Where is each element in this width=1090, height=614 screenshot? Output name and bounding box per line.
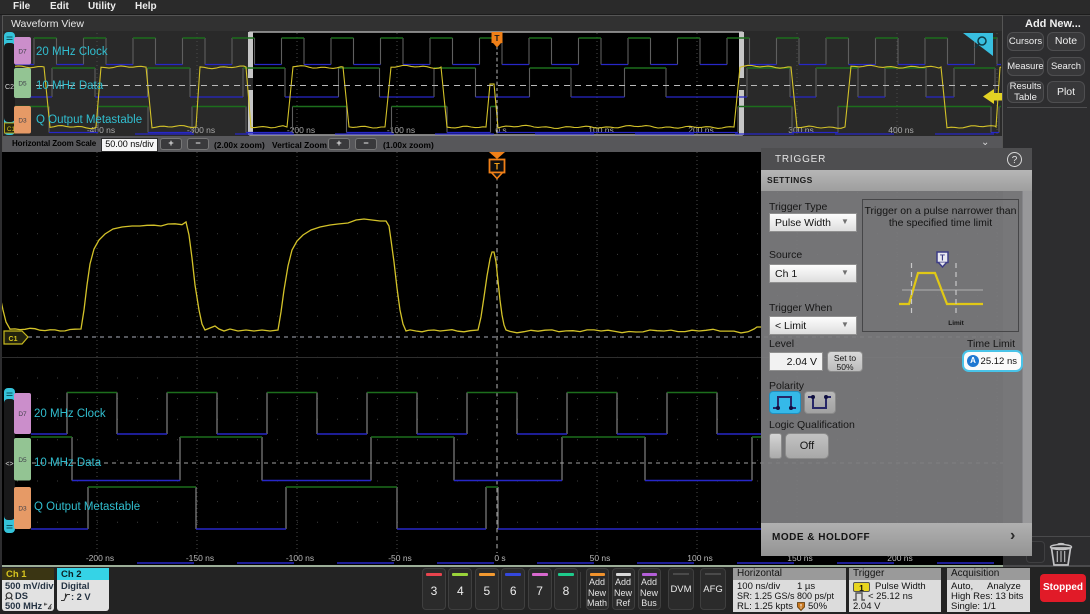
svg-text:D7: D7	[18, 411, 27, 418]
svg-text:T: T	[940, 254, 945, 263]
svg-text:-50 ns: -50 ns	[388, 553, 412, 563]
svg-text:20 MHz Clock: 20 MHz Clock	[36, 46, 108, 58]
svg-text:-200 ns: -200 ns	[287, 125, 315, 135]
svg-text:Limit: Limit	[948, 320, 964, 327]
svg-text:<>: <>	[5, 461, 13, 468]
svg-text:100 ns: 100 ns	[588, 125, 614, 135]
svg-text:10 MHz Data: 10 MHz Data	[34, 457, 102, 469]
svg-text:C1: C1	[9, 336, 18, 343]
svg-text:400 ns: 400 ns	[888, 125, 914, 135]
svg-text:T: T	[494, 33, 500, 43]
svg-text:-150 ns: -150 ns	[186, 553, 214, 563]
svg-text:0 s: 0 s	[494, 553, 505, 563]
svg-text:50 ns: 50 ns	[590, 553, 611, 563]
svg-text:100 ns: 100 ns	[687, 553, 713, 563]
svg-text:Q Output Metastable: Q Output Metastable	[36, 114, 142, 126]
svg-text:C2: C2	[5, 84, 14, 91]
svg-text:D3: D3	[18, 117, 27, 124]
svg-text:Q Output Metastable: Q Output Metastable	[34, 501, 140, 513]
svg-text:10 MHz Data: 10 MHz Data	[36, 80, 104, 92]
svg-text:-400 ns: -400 ns	[87, 125, 115, 135]
svg-text:-100 ns: -100 ns	[286, 553, 314, 563]
svg-text:T: T	[494, 162, 500, 172]
svg-text:-200 ns: -200 ns	[86, 553, 114, 563]
svg-text:-300 ns: -300 ns	[187, 125, 215, 135]
svg-text:D5: D5	[18, 457, 27, 464]
svg-text:D3: D3	[18, 506, 27, 513]
svg-text:D7: D7	[18, 48, 27, 55]
svg-text:D5: D5	[18, 81, 27, 88]
svg-text:20 MHz Clock: 20 MHz Clock	[34, 408, 106, 420]
